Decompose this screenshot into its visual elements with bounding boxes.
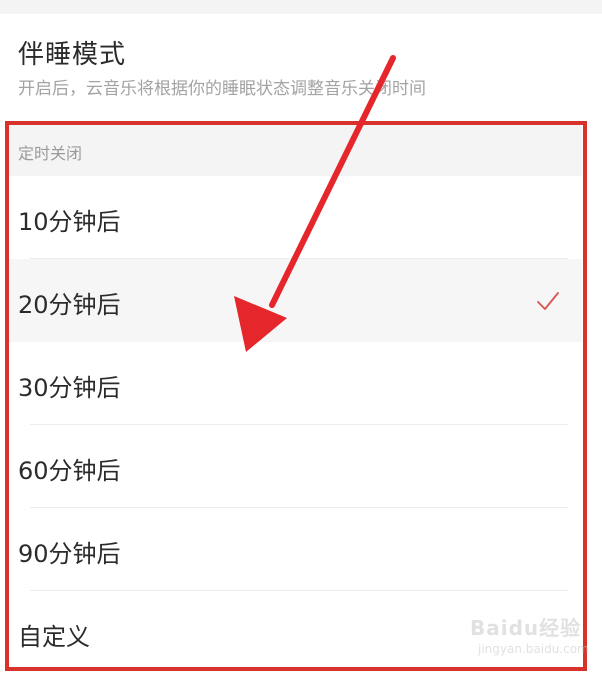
sleep-mode-row[interactable]: 伴睡模式 开启后，云音乐将根据你的睡眠状态调整音乐关闭时间 [0, 14, 602, 122]
section-header-label: 定时关闭 [18, 144, 83, 163]
checkmark-icon [537, 292, 559, 310]
section-header: 定时关闭 [8, 124, 582, 176]
option-label: 10分钟后 [18, 208, 121, 236]
timer-option-90min[interactable]: 90分钟后 [8, 508, 582, 591]
option-label: 20分钟后 [18, 291, 121, 319]
timer-option-list: 10分钟后 20分钟后 30分钟后 60分钟后 90分钟后 自定义 [8, 176, 582, 674]
watermark-brand: Baidu经验 [470, 616, 582, 640]
option-label: 30分钟后 [18, 374, 121, 402]
option-label: 自定义 [18, 623, 90, 651]
top-spacer [0, 0, 602, 14]
timer-option-20min[interactable]: 20分钟后 [8, 259, 582, 342]
baidu-watermark: Baidu经验 jingyan.baidu.com [456, 606, 596, 666]
watermark-url: jingyan.baidu.com [478, 642, 589, 656]
timer-option-30min[interactable]: 30分钟后 [8, 342, 582, 425]
timer-option-10min[interactable]: 10分钟后 [8, 176, 582, 259]
sleep-mode-description: 开启后，云音乐将根据你的睡眠状态调整音乐关闭时间 [18, 79, 426, 99]
option-label: 60分钟后 [18, 457, 121, 485]
timer-option-60min[interactable]: 60分钟后 [8, 425, 582, 508]
option-label: 90分钟后 [18, 540, 121, 568]
timer-off-section: 定时关闭 10分钟后 20分钟后 30分钟后 60分钟后 90分钟后 自定义 [8, 124, 582, 674]
sleep-timer-screen: 伴睡模式 开启后，云音乐将根据你的睡眠状态调整音乐关闭时间 定时关闭 10分钟后… [0, 0, 602, 674]
sleep-mode-title: 伴睡模式 [18, 40, 127, 70]
